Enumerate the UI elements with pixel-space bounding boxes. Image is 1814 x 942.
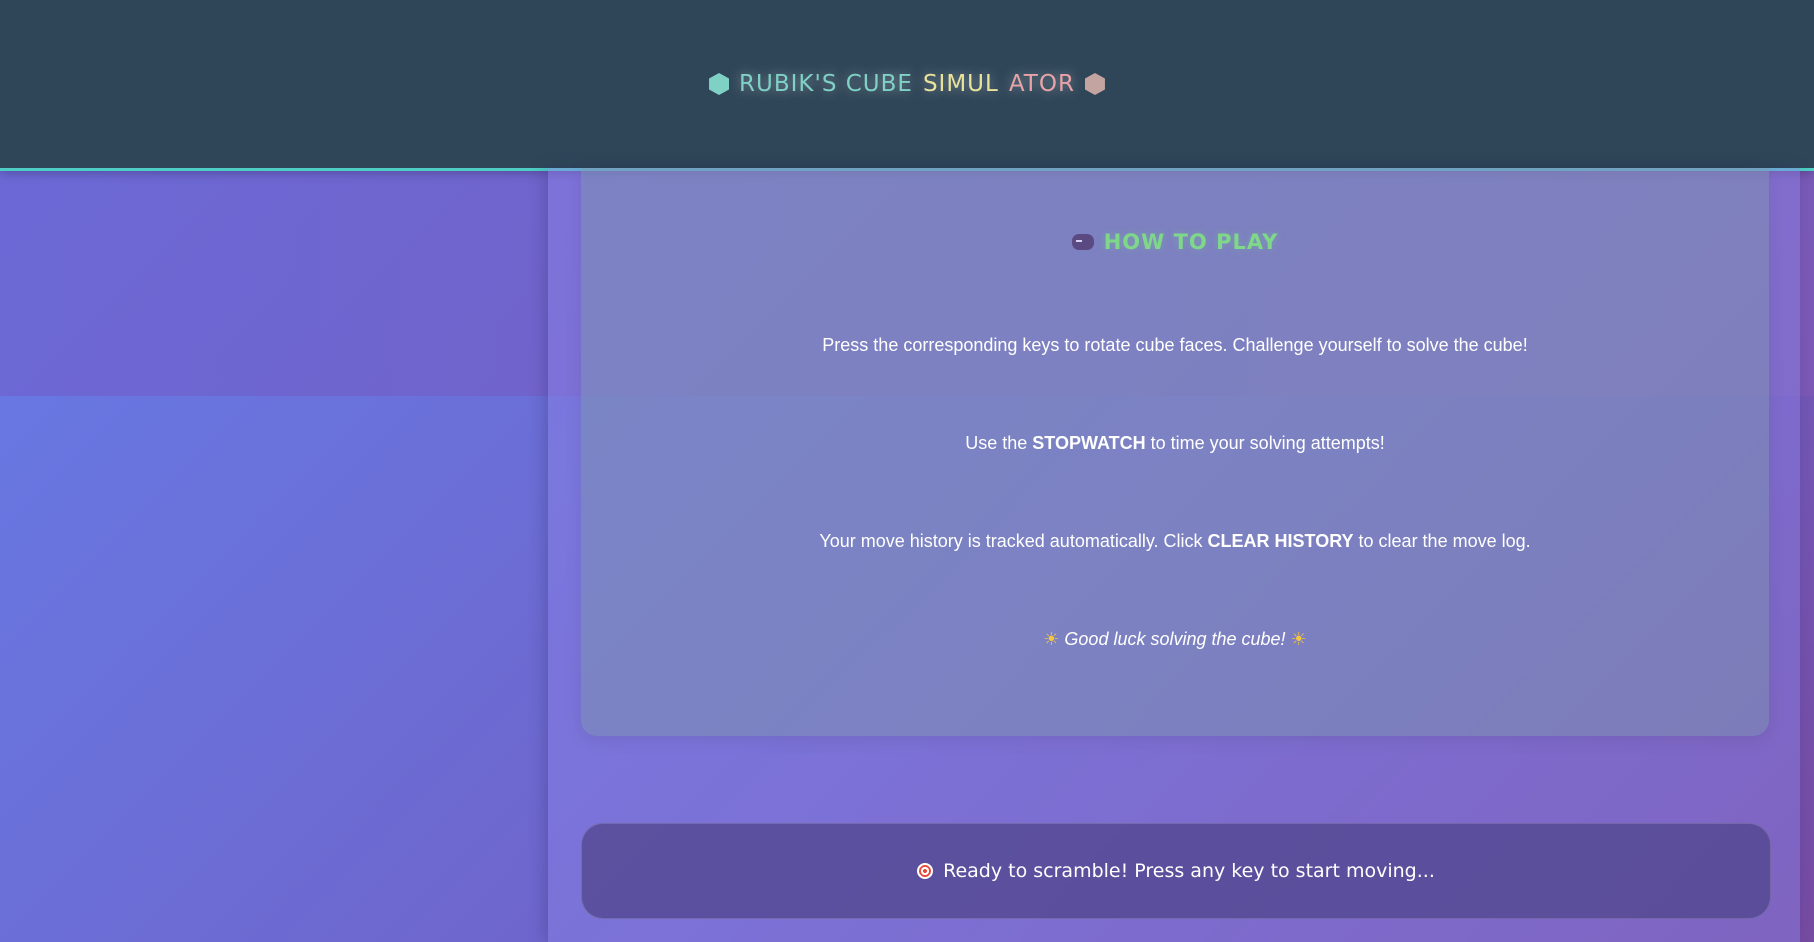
hexagon-icon	[709, 73, 730, 95]
how-to-play-card: HOW TO PLAY Press the corresponding keys…	[581, 168, 1769, 736]
how-to-play-title: HOW TO PLAY	[1103, 230, 1279, 254]
title-text-part1: RUBIK'S CUBE	[739, 71, 913, 97]
target-icon	[917, 863, 934, 879]
sun-icon: ☀	[1043, 629, 1060, 649]
instruction-history: Your move history is tracked automatical…	[819, 531, 1531, 551]
how-to-play-heading: HOW TO PLAY	[581, 230, 1769, 254]
good-luck-message: ☀ Good luck solving the cube! ☀	[581, 629, 1769, 650]
hexagon-icon	[1084, 73, 1105, 95]
good-luck-text: Good luck solving the cube!	[1064, 629, 1286, 649]
instruction-stopwatch: Use the STOPWATCH to time your solving a…	[965, 433, 1385, 453]
gamepad-icon	[1071, 234, 1094, 250]
stopwatch-keyword: STOPWATCH	[1032, 433, 1146, 453]
sun-icon: ☀	[1290, 629, 1307, 649]
status-bar: Ready to scramble! Press any key to star…	[581, 823, 1771, 919]
title-text-part2: SIMUL	[922, 71, 999, 97]
instruction-rotate: Press the corresponding keys to rotate c…	[822, 335, 1528, 355]
title-text-part3: ATOR	[1008, 71, 1075, 97]
app-title: RUBIK'S CUBE SIMUL ATOR	[709, 71, 1105, 97]
status-message: Ready to scramble! Press any key to star…	[943, 860, 1435, 882]
app-header: RUBIK'S CUBE SIMUL ATOR	[0, 0, 1814, 171]
clear-history-keyword: CLEAR HISTORY	[1207, 531, 1354, 551]
